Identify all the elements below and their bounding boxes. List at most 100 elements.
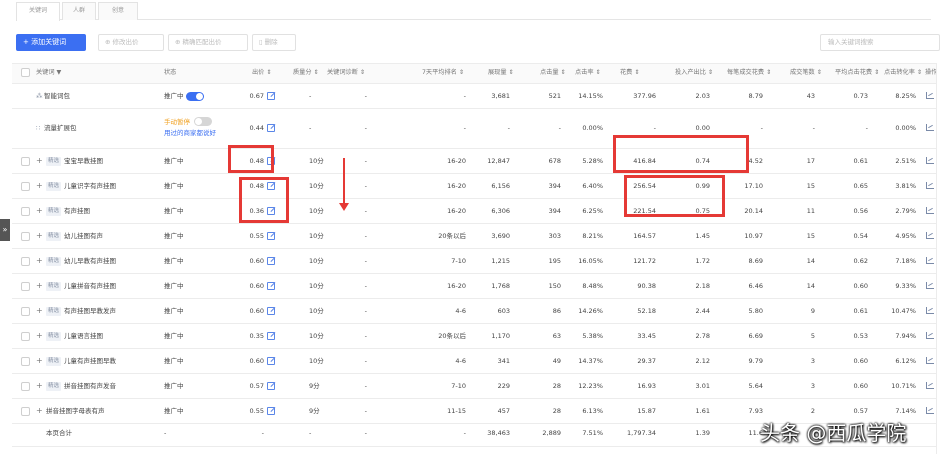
trend-chart-icon[interactable] <box>926 382 934 389</box>
row-checkbox[interactable] <box>21 332 30 341</box>
row-checkbox[interactable] <box>21 357 30 366</box>
row-checkbox[interactable] <box>21 407 30 416</box>
column-header[interactable]: 平均点击花费 ⇕ <box>835 68 879 78</box>
row-checkbox[interactable] <box>21 382 30 391</box>
expand-plus-icon[interactable]: + <box>36 281 43 291</box>
column-header[interactable]: 7天平均排名 ⇕ <box>422 68 464 78</box>
table-row[interactable] <box>12 198 936 223</box>
column-header[interactable]: 质量分 ⇕ <box>293 68 319 78</box>
edit-bid-icon[interactable] <box>267 307 275 315</box>
column-header[interactable]: 投入产出比 ⇕ <box>675 68 713 78</box>
tab-creative[interactable]: 创意 <box>98 2 138 20</box>
expand-plus-icon[interactable]: + <box>36 231 43 241</box>
trend-chart-icon[interactable] <box>926 207 934 214</box>
column-header[interactable]: 点击量 ⇕ <box>540 68 566 78</box>
edit-bid-icon[interactable] <box>267 92 275 100</box>
trend-chart-icon[interactable] <box>926 232 934 239</box>
expand-plus-icon[interactable]: + <box>36 181 43 191</box>
row-checkbox[interactable] <box>21 307 30 316</box>
row-checkbox[interactable] <box>21 232 30 241</box>
keyword-name[interactable]: 宝宝早教挂图 <box>64 156 103 166</box>
expand-plus-icon[interactable]: + <box>36 156 43 166</box>
column-header[interactable]: 出价 ⇕ <box>252 68 272 78</box>
edit-bid-icon[interactable] <box>267 357 275 365</box>
expand-plus-icon[interactable]: + <box>36 331 43 341</box>
trend-chart-icon[interactable] <box>926 357 934 364</box>
keyword-name[interactable]: 有声挂图 <box>64 206 90 216</box>
keyword-name[interactable]: 儿童语言挂图 <box>64 331 103 341</box>
keyword-name[interactable]: 拼音挂图有声发音 <box>64 381 116 391</box>
table-row[interactable] <box>12 223 936 248</box>
edit-bid-icon[interactable] <box>267 382 275 390</box>
status-toggle[interactable] <box>194 117 212 126</box>
tab-audience[interactable]: 人群 <box>62 2 96 20</box>
row-checkbox[interactable] <box>21 257 30 266</box>
keyword-name[interactable]: 儿童拼音有声挂图 <box>64 281 116 291</box>
table-row[interactable] <box>12 373 936 398</box>
row-checkbox[interactable] <box>21 157 30 166</box>
edit-bid-icon[interactable] <box>267 257 275 265</box>
trend-chart-icon[interactable] <box>926 157 934 164</box>
table-row[interactable] <box>12 148 936 173</box>
column-header[interactable]: 点击转化率 ⇕ <box>884 68 922 78</box>
table-row[interactable] <box>12 173 936 198</box>
trend-chart-icon[interactable] <box>926 182 934 189</box>
impr-value: 229 <box>497 382 510 390</box>
expand-plus-icon[interactable]: + <box>36 256 43 266</box>
trend-chart-icon[interactable] <box>926 124 934 131</box>
table-row[interactable] <box>12 108 936 148</box>
row-checkbox[interactable] <box>21 282 30 291</box>
right-scroll-edge[interactable] <box>936 63 946 454</box>
trend-chart-icon[interactable] <box>926 307 934 314</box>
column-header[interactable]: 花费 ⇕ <box>620 68 640 78</box>
keyword-name[interactable]: 智能词包 <box>44 91 70 101</box>
expand-plus-icon[interactable]: + <box>36 356 43 366</box>
select-all-checkbox[interactable] <box>21 68 30 77</box>
edit-bid-icon[interactable] <box>267 407 275 415</box>
table-row[interactable] <box>12 273 936 298</box>
tab-keywords[interactable]: 关键词 <box>16 2 60 21</box>
modify-bid-button[interactable]: ⊕ 修改出价 <box>98 34 164 51</box>
smart-match-bid-button[interactable]: ⊕ 精确匹配出价 <box>168 34 248 51</box>
keyword-name[interactable]: 儿童有声挂图早教 <box>64 356 116 366</box>
table-row[interactable] <box>12 323 936 348</box>
expand-plus-icon[interactable]: + <box>36 206 43 216</box>
status-link[interactable]: 用过的商家都说好 <box>164 128 216 138</box>
table-row[interactable] <box>12 348 936 373</box>
keyword-name[interactable]: 有声挂图早教发声 <box>64 306 116 316</box>
trend-chart-icon[interactable] <box>926 282 934 289</box>
trend-chart-icon[interactable] <box>926 332 934 339</box>
trend-chart-icon[interactable] <box>926 257 934 264</box>
keyword-search-input[interactable]: 输入关键词搜索 <box>820 34 940 51</box>
row-checkbox[interactable] <box>21 207 30 216</box>
edit-bid-icon[interactable] <box>267 232 275 240</box>
row-checkbox[interactable] <box>21 182 30 191</box>
trend-chart-icon[interactable] <box>926 92 934 99</box>
table-row[interactable] <box>12 84 936 108</box>
keyword-name[interactable]: 儿童识字有声挂图 <box>64 181 116 191</box>
table-row[interactable] <box>12 248 936 273</box>
expand-plus-icon[interactable]: + <box>36 306 43 316</box>
column-header[interactable]: 展现量 ⇕ <box>488 68 514 78</box>
column-header[interactable]: 成交笔数 ⇕ <box>790 68 822 78</box>
side-expand-handle[interactable]: » <box>0 219 10 241</box>
delete-button[interactable]: ▯ 删除 <box>252 34 296 51</box>
expand-plus-icon[interactable]: + <box>36 406 43 416</box>
edit-bid-icon[interactable] <box>267 332 275 340</box>
table-row[interactable] <box>12 298 936 323</box>
column-header[interactable]: 关键词诊断 ⇕ <box>327 68 365 78</box>
keyword-name[interactable]: 幼儿挂图有声 <box>64 231 103 241</box>
clicks-value: 28 <box>552 407 561 415</box>
column-header[interactable]: 每笔成交花费 ⇕ <box>727 68 771 78</box>
expand-plus-icon[interactable]: + <box>36 381 43 391</box>
edit-bid-icon[interactable] <box>267 124 275 132</box>
edit-bid-icon[interactable] <box>267 282 275 290</box>
add-keyword-button[interactable]: + 添加关键词 <box>16 34 86 51</box>
column-header[interactable]: 点击率 ⇕ <box>575 68 601 78</box>
cpc-value: 0.61 <box>853 157 868 165</box>
trend-chart-icon[interactable] <box>926 407 934 414</box>
keyword-name[interactable]: 幼儿早教有声挂图 <box>64 256 116 266</box>
keyword-name[interactable]: 拼音挂图字母表有声 <box>46 406 105 416</box>
keyword-name[interactable]: 流量扩展包 <box>44 123 77 133</box>
status-toggle[interactable] <box>186 91 204 101</box>
